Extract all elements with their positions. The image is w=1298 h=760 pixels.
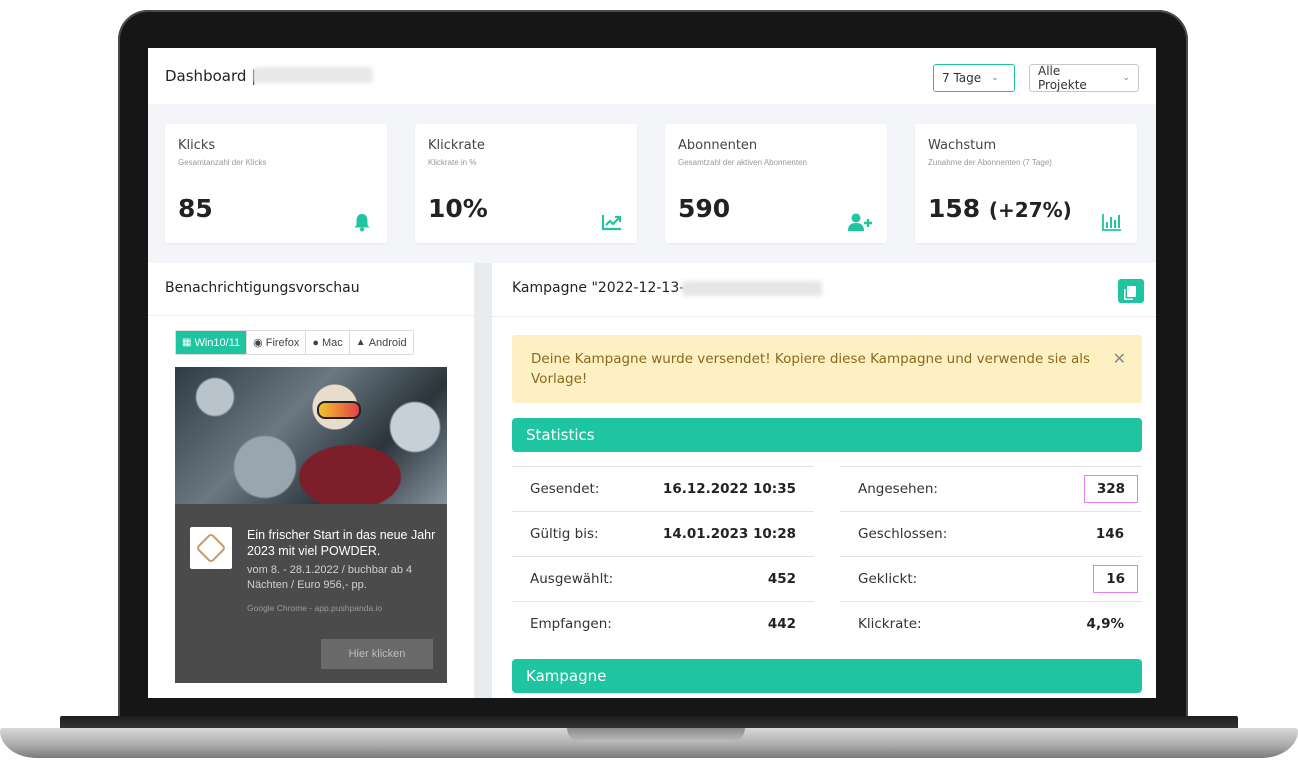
firefox-icon: ◉ <box>253 337 263 349</box>
card-klickrate: Klickrate Klickrate in % 10% <box>415 124 637 243</box>
dashboard-screen: Dashboard | 7 Tage ⌄ Alle Projekte ⌄ Kli… <box>148 48 1156 698</box>
stat-row-angesehen: Angesehen: 328 <box>840 466 1142 511</box>
chevron-down-icon: ⌄ <box>991 73 999 83</box>
laptop-base <box>0 712 1298 760</box>
stat-row-geklickt: Geklickt: 16 <box>840 556 1142 601</box>
statistics-section-header[interactable]: Statistics <box>512 418 1142 452</box>
stat-label: Gesendet: <box>530 481 600 497</box>
notification-image <box>175 367 447 504</box>
period-select[interactable]: 7 Tage ⌄ <box>933 64 1015 92</box>
project-select[interactable]: Alle Projekte ⌄ <box>1029 64 1139 92</box>
card-value: 590 <box>678 194 731 223</box>
stat-value: 442 <box>767 616 796 632</box>
campaign-section-header[interactable]: Kampagne <box>512 659 1142 693</box>
stat-label: Ausgewählt: <box>530 571 614 587</box>
copy-campaign-button[interactable] <box>1118 279 1144 303</box>
card-value-extra: (+27%) <box>988 198 1072 222</box>
page-title: Dashboard | <box>165 67 257 85</box>
bell-icon <box>354 214 370 232</box>
panel-divider <box>474 263 492 698</box>
stat-value: 16.12.2022 10:35 <box>662 481 796 497</box>
top-bar: Dashboard | 7 Tage ⌄ Alle Projekte ⌄ <box>148 48 1156 104</box>
notification-preview: Ein frischer Start in das neue Jahr 2023… <box>175 367 447 683</box>
bar-chart-icon <box>1102 214 1121 231</box>
notification-body: vom 8. - 28.1.2022 / buchbar ab 4 Nächte… <box>247 564 413 591</box>
campaign-panel: Kampagne "2022-12-13- Deine Kampagne wur… <box>492 263 1156 698</box>
close-icon[interactable]: ✕ <box>1113 349 1126 369</box>
os-tabs: ▦ Win10/11 ◉ Firefox ● Mac ▲ Android <box>175 330 414 355</box>
apple-icon: ● <box>312 336 319 349</box>
goggles-shape <box>317 401 361 419</box>
stat-value: 146 <box>1095 526 1124 542</box>
stat-row-ausgewaehlt: Ausgewählt: 452 <box>512 556 814 601</box>
period-select-value: 7 Tage <box>942 71 982 85</box>
tab-firefox[interactable]: ◉ Firefox <box>247 331 307 354</box>
redacted-account-name <box>253 67 373 83</box>
stat-label: Klickrate: <box>858 616 922 632</box>
card-title: Wachstum <box>928 138 997 153</box>
tab-label: Android <box>368 336 407 349</box>
tab-label: Mac <box>322 336 343 349</box>
card-value: 10% <box>428 194 488 223</box>
campaign-header: Kampagne "2022-12-13- <box>492 263 1156 317</box>
card-title: Abonnenten <box>678 138 758 153</box>
card-value: 85 <box>178 194 213 223</box>
tab-mac[interactable]: ● Mac <box>306 331 350 354</box>
card-value-number: 158 <box>928 194 981 223</box>
card-wachstum: Wachstum Zunahme der Abonnenten (7 Tage)… <box>915 124 1137 243</box>
stat-row-gesendet: Gesendet: 16.12.2022 10:35 <box>512 466 814 511</box>
stat-row-klickrate: Klickrate: 4,9% <box>840 601 1142 646</box>
stat-row-geschlossen: Geschlossen: 146 <box>840 511 1142 556</box>
stat-row-gueltig-bis: Gültig bis: 14.01.2023 10:28 <box>512 511 814 556</box>
stat-value: 4,9% <box>1086 616 1124 632</box>
card-subtitle: Gesamtanzahl der Klicks <box>178 158 267 167</box>
chevron-down-icon: ⌄ <box>1122 73 1130 83</box>
stat-label: Angesehen: <box>858 481 938 497</box>
android-icon: ▲ <box>355 337 366 348</box>
stat-label: Gültig bis: <box>530 526 599 542</box>
stat-value-highlighted: 16 <box>1093 565 1138 593</box>
stats-left-column: Gesendet: 16.12.2022 10:35 Gültig bis: 1… <box>512 466 814 646</box>
stat-value: 14.01.2023 10:28 <box>662 526 796 542</box>
stats-right-column: Angesehen: 328 Geschlossen: 146 Geklickt… <box>840 466 1142 646</box>
card-title: Klickrate <box>428 138 485 153</box>
notification-source: Google Chrome - app.pushpanda.io <box>247 603 383 613</box>
copy-icon <box>1126 285 1136 297</box>
divider <box>148 315 474 316</box>
stat-label: Geschlossen: <box>858 526 948 542</box>
card-subtitle: Klickrate in % <box>428 158 477 167</box>
tab-win10-11[interactable]: ▦ Win10/11 <box>176 331 248 354</box>
notification-headline: Ein frischer Start in das neue Jahr 2023… <box>247 528 436 558</box>
card-subtitle: Zunahme der Abonnenten (7 Tage) <box>928 158 1052 167</box>
stat-value: 452 <box>767 571 796 587</box>
card-value: 158 (+27%) <box>928 194 1072 223</box>
add-user-icon <box>848 213 872 231</box>
campaign-title: Kampagne "2022-12-13- <box>512 280 685 296</box>
stat-value-highlighted: 328 <box>1083 475 1138 503</box>
stat-label: Empfangen: <box>530 616 612 632</box>
redacted-campaign-name <box>682 281 822 296</box>
alert-message: Deine Kampagne wurde versendet! Kopiere … <box>531 351 1090 387</box>
card-subtitle: Gesamtzahl der aktiven Abonnenten <box>678 158 807 167</box>
notification-preview-panel: Benachrichtigungsvorschau ▦ Win10/11 ◉ F… <box>148 263 474 698</box>
preview-title: Benachrichtigungsvorschau <box>165 280 360 296</box>
project-select-value: Alle Projekte <box>1038 64 1087 92</box>
card-abonnenten: Abonnenten Gesamtzahl der aktiven Abonne… <box>665 124 887 243</box>
tab-label: Win10/11 <box>194 336 241 349</box>
notification-logo <box>190 527 232 569</box>
success-alert: Deine Kampagne wurde versendet! Kopiere … <box>512 335 1142 403</box>
trend-chart-icon <box>601 215 621 231</box>
windows-icon: ▦ <box>182 337 192 348</box>
tab-label: Firefox <box>265 336 300 349</box>
card-title: Klicks <box>178 138 216 153</box>
stat-label: Geklickt: <box>858 571 918 587</box>
notification-cta-button[interactable]: Hier klicken <box>321 639 433 669</box>
tab-android[interactable]: ▲ Android <box>349 331 413 354</box>
stat-row-empfangen: Empfangen: 442 <box>512 601 814 646</box>
card-klicks: Klicks Gesamtanzahl der Klicks 85 <box>165 124 387 243</box>
